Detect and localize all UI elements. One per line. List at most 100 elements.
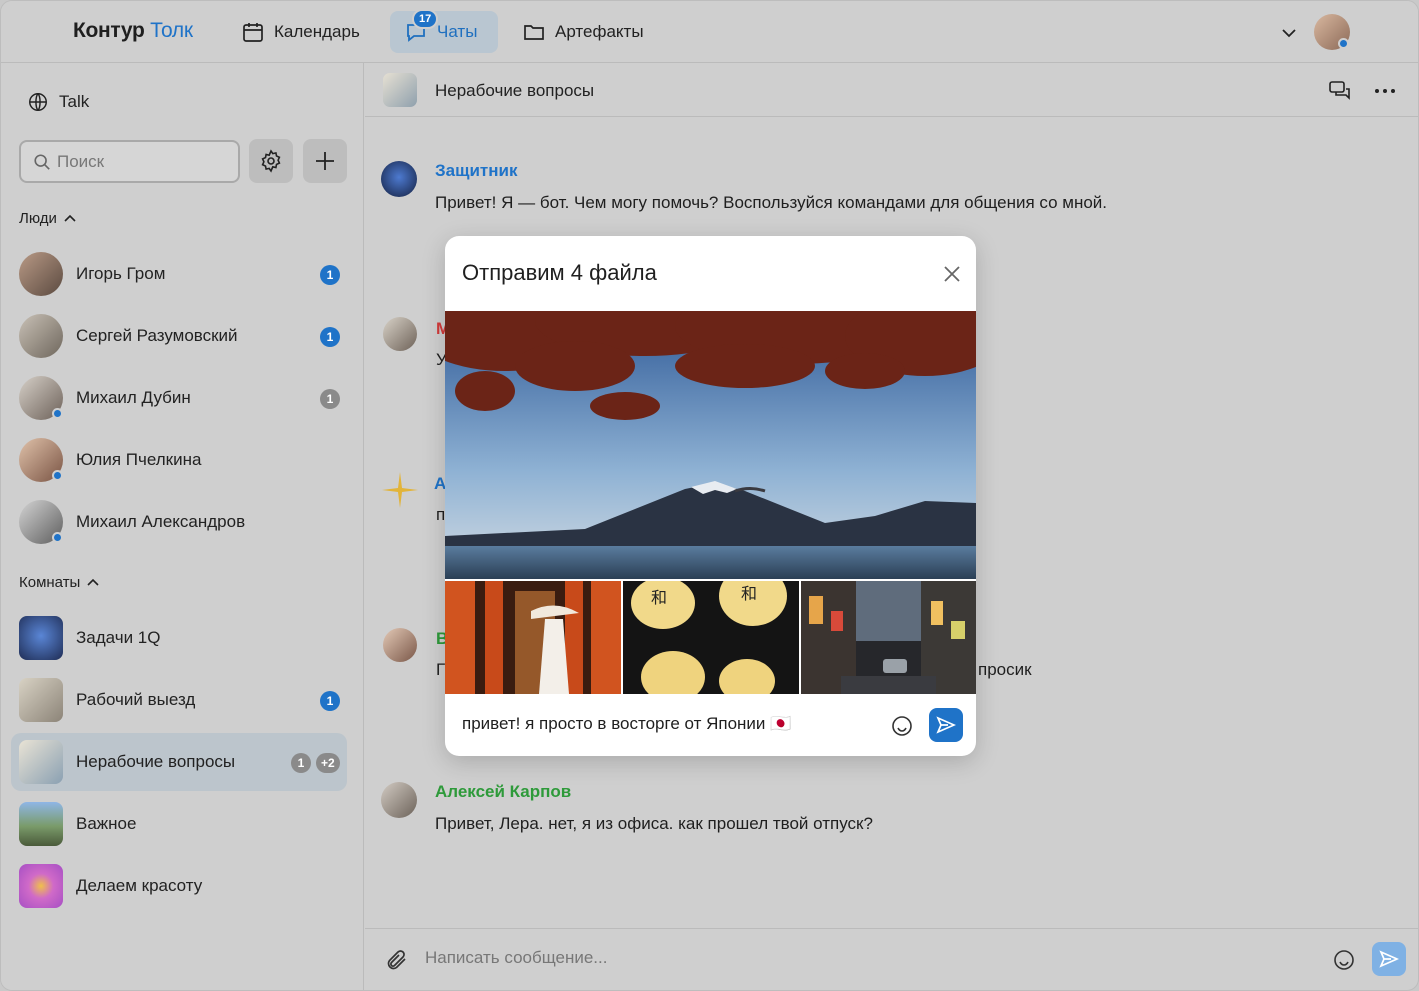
sidebar: Talk Люди Игорь Гром 1 Сергей Разумовски… xyxy=(1,63,364,990)
avatar xyxy=(383,317,417,351)
message-input[interactable] xyxy=(425,948,1285,968)
search-input[interactable] xyxy=(57,151,227,172)
chevron-down-icon[interactable] xyxy=(1279,23,1299,43)
message-composer xyxy=(365,928,1418,990)
user-online-dot xyxy=(1338,38,1349,49)
nav-calendar-label: Календарь xyxy=(274,22,360,41)
room-item[interactable]: Делаем красоту xyxy=(11,857,347,915)
mention-badge: +2 xyxy=(316,753,340,773)
contact-item[interactable]: Юлия Пчелкина xyxy=(11,431,347,489)
contact-item[interactable]: Игорь Гром 1 xyxy=(11,245,347,303)
nav-artifacts[interactable]: Артефакты xyxy=(508,11,658,53)
unread-badge: 1 xyxy=(320,327,340,347)
app-logo[interactable]: Контур Толк xyxy=(73,19,193,43)
message-text-partial: п xyxy=(436,505,446,524)
rooms-section-title: Комнаты xyxy=(19,574,81,591)
emoji-icon[interactable] xyxy=(890,714,914,738)
contact-name: Сергей Разумовский xyxy=(76,326,238,345)
paperclip-icon[interactable] xyxy=(385,948,409,972)
caption-input[interactable] xyxy=(462,714,882,734)
photo-thumb-street[interactable] xyxy=(801,581,976,694)
contact-name: Игорь Гром xyxy=(76,264,166,283)
avatar xyxy=(383,628,417,662)
unread-badge: 1 xyxy=(320,265,340,285)
contact-item[interactable]: Михаил Александров xyxy=(11,493,347,551)
more-icon[interactable] xyxy=(1372,78,1398,104)
plus-icon xyxy=(316,152,334,170)
room-avatar xyxy=(19,616,63,660)
settings-button[interactable] xyxy=(249,139,293,183)
close-icon[interactable] xyxy=(941,263,963,285)
message-text: Привет, Лера. нет, я из офиса. как проше… xyxy=(435,814,873,833)
nav-chats[interactable]: 17 Чаты xyxy=(390,9,498,53)
send-button[interactable] xyxy=(1372,942,1406,976)
chevron-up-icon xyxy=(87,578,99,586)
message-text-partial: просик xyxy=(978,660,1032,679)
gear-icon xyxy=(261,149,281,173)
room-name: Важное xyxy=(76,814,137,833)
room-name: Делаем красоту xyxy=(76,876,203,895)
modal-title: Отправим 4 файла xyxy=(462,260,657,285)
chevron-up-icon xyxy=(64,214,76,222)
contact-name: Михаил Александров xyxy=(76,512,246,531)
send-icon xyxy=(936,716,956,734)
send-icon xyxy=(1379,950,1399,968)
svg-text:和: 和 xyxy=(741,584,757,603)
torii-gates-photo xyxy=(445,581,621,694)
avatar xyxy=(381,161,417,197)
workspace-switcher[interactable]: Talk xyxy=(27,91,89,113)
rooms-section-toggle[interactable]: Комнаты xyxy=(19,574,100,591)
room-avatar xyxy=(19,802,63,846)
search-box[interactable] xyxy=(19,140,240,183)
avatar xyxy=(19,252,63,296)
room-avatar xyxy=(19,864,63,908)
room-item-selected[interactable]: Нерабочие вопросы 1 +2 xyxy=(11,733,347,791)
room-item[interactable]: Задачи 1Q xyxy=(11,609,347,667)
photo-thumb-torii[interactable] xyxy=(445,581,621,694)
nav-calendar[interactable]: Календарь xyxy=(227,11,374,53)
app-window: Контур Толк Календарь 17 Чаты Артефакты … xyxy=(0,0,1419,991)
logo-accent: Толк xyxy=(150,19,193,42)
room-avatar xyxy=(19,678,63,722)
contact-item[interactable]: Сергей Разумовский 1 xyxy=(11,307,347,365)
photo-preview-main[interactable] xyxy=(445,311,976,579)
unread-badge: 1 xyxy=(320,389,340,409)
photo-thumb-lanterns[interactable]: 和 和 xyxy=(623,581,799,694)
room-item[interactable]: Рабочий выезд 1 xyxy=(11,671,347,729)
paper-lanterns-photo: 和 和 xyxy=(623,581,799,694)
nav-artifacts-label: Артефакты xyxy=(555,22,644,41)
people-section-title: Люди xyxy=(19,210,57,227)
contact-name: Михаил Дубин xyxy=(76,388,191,407)
sparkle-avatar-icon xyxy=(382,472,418,508)
nav-chats-label: Чаты xyxy=(437,22,478,41)
modal-send-button[interactable] xyxy=(929,708,963,742)
unread-badge: 1 xyxy=(320,691,340,711)
chat-title: Нерабочие вопросы xyxy=(435,81,595,100)
room-name: Нерабочие вопросы xyxy=(76,752,236,771)
people-section-toggle[interactable]: Люди xyxy=(19,210,77,227)
room-item[interactable]: Важное xyxy=(11,795,347,853)
add-chat-button[interactable] xyxy=(303,139,347,183)
night-street-photo xyxy=(801,581,976,694)
mount-fuji-photo xyxy=(445,311,976,579)
chat-header: Нерабочие вопросы xyxy=(365,63,1418,117)
threads-icon[interactable] xyxy=(1327,78,1353,104)
chats-badge: 17 xyxy=(412,9,439,29)
calendar-icon xyxy=(243,23,263,42)
workspace-name: Talk xyxy=(59,92,90,111)
message-author[interactable]: Защитник xyxy=(435,161,517,181)
online-dot xyxy=(52,408,63,419)
online-dot xyxy=(52,532,63,543)
emoji-icon[interactable] xyxy=(1332,948,1356,972)
globe-icon xyxy=(29,93,47,111)
message-author[interactable]: Алексей Карпов xyxy=(435,782,571,802)
online-dot xyxy=(52,470,63,481)
top-bar: Контур Толк Календарь 17 Чаты Артефакты xyxy=(1,1,1418,63)
avatar xyxy=(381,782,417,818)
unread-badge: 1 xyxy=(291,753,311,773)
contact-item[interactable]: Михаил Дубин 1 xyxy=(11,369,347,427)
room-avatar xyxy=(19,740,63,784)
room-avatar xyxy=(383,73,417,107)
room-name: Рабочий выезд xyxy=(76,690,196,709)
contact-name: Юлия Пчелкина xyxy=(76,450,202,469)
